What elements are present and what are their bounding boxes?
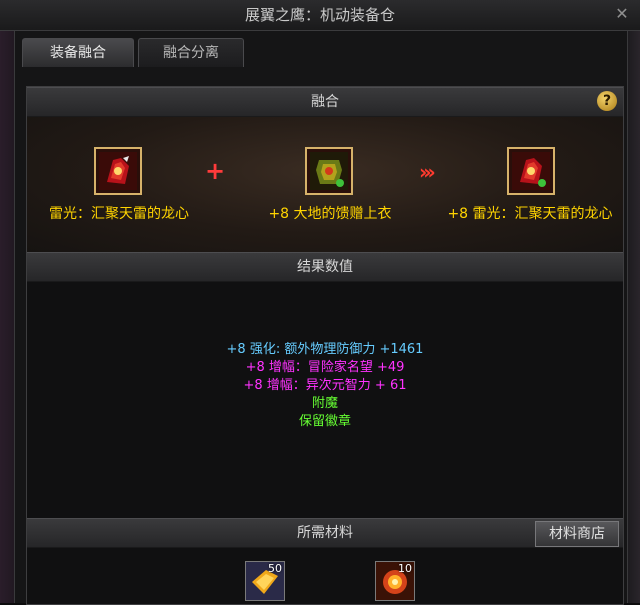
- material-count-burst: 10: [398, 562, 412, 575]
- material-item-name: +8 大地的馈赠上衣: [268, 206, 392, 222]
- result-line-enchant: 附魔: [311, 396, 338, 411]
- window-titlebar: 展翼之鹰：机动装备仓 ✕: [0, 0, 640, 31]
- materials-section-header: 所需材料 材料商店: [27, 518, 623, 548]
- red-dragon-heart-icon: [512, 152, 550, 190]
- materials-header-label: 所需材料: [297, 525, 353, 541]
- material-store-button[interactable]: 材料商店: [535, 521, 619, 547]
- material-count-ticket: 50: [268, 562, 282, 575]
- background-right-strip: [626, 20, 640, 603]
- results-header-label: 结果数值: [297, 259, 353, 275]
- fusion-arrow-icon: ›››: [419, 160, 436, 184]
- fusion-panel: 融合 ? 雷光：汇聚天雷的龙心 + +8 大地的馈赠上衣 ››› +8 雷光：汇…: [26, 86, 624, 605]
- fusion-header-label: 融合: [311, 94, 339, 110]
- result-line-keep-emblem: 保留徽章: [298, 414, 351, 429]
- tab-equipment-fusion[interactable]: 装备融合: [22, 38, 134, 67]
- result-item-slot[interactable]: [507, 147, 555, 195]
- source-item-name: 雷光：汇聚天雷的龙心: [49, 206, 189, 222]
- green-armor-icon: [310, 152, 348, 190]
- fusion-area: 雷光：汇聚天雷的龙心 + +8 大地的馈赠上衣 ››› +8 雷光：汇聚天雷的龙…: [27, 117, 623, 252]
- close-icon[interactable]: ✕: [612, 4, 632, 24]
- result-line-amplify-int: +8 增幅：异次元智力 + 61: [243, 378, 407, 393]
- material-item-slot[interactable]: [305, 147, 353, 195]
- plus-icon: +: [205, 157, 226, 185]
- material-slot-burst[interactable]: 10: [375, 561, 415, 601]
- material-slot-ticket[interactable]: 50: [245, 561, 285, 601]
- window-title: 展翼之鹰：机动装备仓: [244, 6, 395, 24]
- results-section-header: 结果数值: [27, 252, 623, 282]
- source-item-slot[interactable]: [94, 147, 142, 195]
- result-line-amplify-fame: +8 增幅：冒险家名望 +49: [245, 360, 405, 375]
- result-line-enhance: +8 强化: 额外物理防御力 +1461: [226, 342, 424, 357]
- result-item-name: +8 雷光：汇聚天雷的龙心: [447, 206, 613, 222]
- red-dragon-heart-icon: [99, 152, 137, 190]
- results-list: +8 强化: 额外物理防御力 +1461 +8 增幅：冒险家名望 +49 +8 …: [27, 295, 623, 520]
- tab-fusion-separation[interactable]: 融合分离: [138, 38, 244, 67]
- help-icon[interactable]: ?: [597, 91, 617, 111]
- fusion-section-header: 融合 ?: [27, 87, 623, 117]
